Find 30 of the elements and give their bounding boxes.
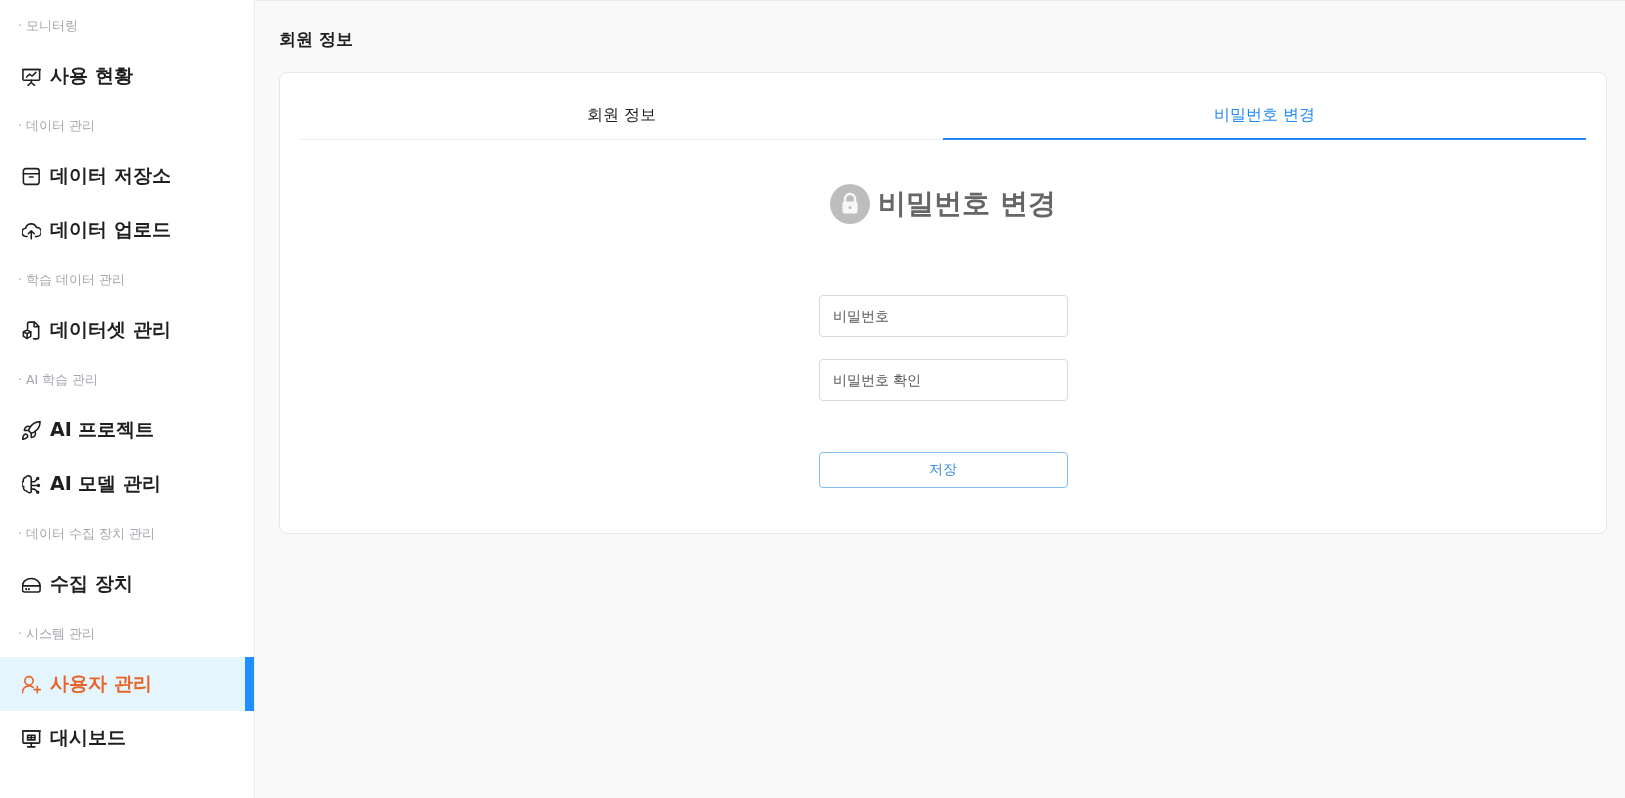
monitor-chart-icon: [22, 728, 41, 748]
sidebar-section-label: · 데이터 수집 장치 관리: [17, 524, 156, 543]
sidebar-item[interactable]: 사용 현황: [0, 49, 254, 103]
sidebar-item[interactable]: 데이터 저장소: [0, 149, 254, 203]
tab[interactable]: 회원 정보: [300, 93, 943, 140]
brain-circuit-icon: [22, 474, 41, 494]
sidebar-item[interactable]: AI 프로젝트: [0, 403, 254, 457]
sidebar-item[interactable]: 데이터셋 관리: [0, 303, 254, 357]
lock-icon: [830, 184, 871, 224]
user-plus-icon: [22, 674, 41, 694]
password-confirm-field[interactable]: 비밀번호 확인: [818, 359, 1068, 401]
sidebar-item[interactable]: 수집 장치: [0, 557, 254, 611]
file-cube-icon: [22, 320, 41, 340]
sidebar-item[interactable]: AI 모델 관리: [0, 457, 254, 511]
sidebar-section-label: · AI 학습 관리: [17, 370, 100, 389]
sidebar-item[interactable]: 데이터 업로드: [0, 203, 254, 257]
sidebar-section-label: · 시스템 관리: [17, 624, 96, 643]
section-heading: 비밀번호 변경: [878, 186, 1056, 222]
tab[interactable]: 비밀번호 변경: [943, 93, 1586, 140]
sidebar-section-label: · 학습 데이터 관리: [17, 270, 126, 289]
cloud-upload-icon: [22, 220, 41, 240]
save-button[interactable]: 저장: [818, 452, 1068, 488]
rocket-icon: [22, 420, 41, 440]
sidebar-item[interactable]: 대시보드: [0, 711, 254, 765]
presentation-chart-icon: [22, 66, 41, 86]
sidebar-section-label: · 데이터 관리: [17, 116, 96, 135]
archive-box-icon: [22, 166, 41, 186]
sidebar-section-label: · 모니터링: [17, 16, 79, 35]
password-field[interactable]: 비밀번호: [818, 295, 1068, 337]
page-title: 회원 정보: [279, 28, 353, 51]
